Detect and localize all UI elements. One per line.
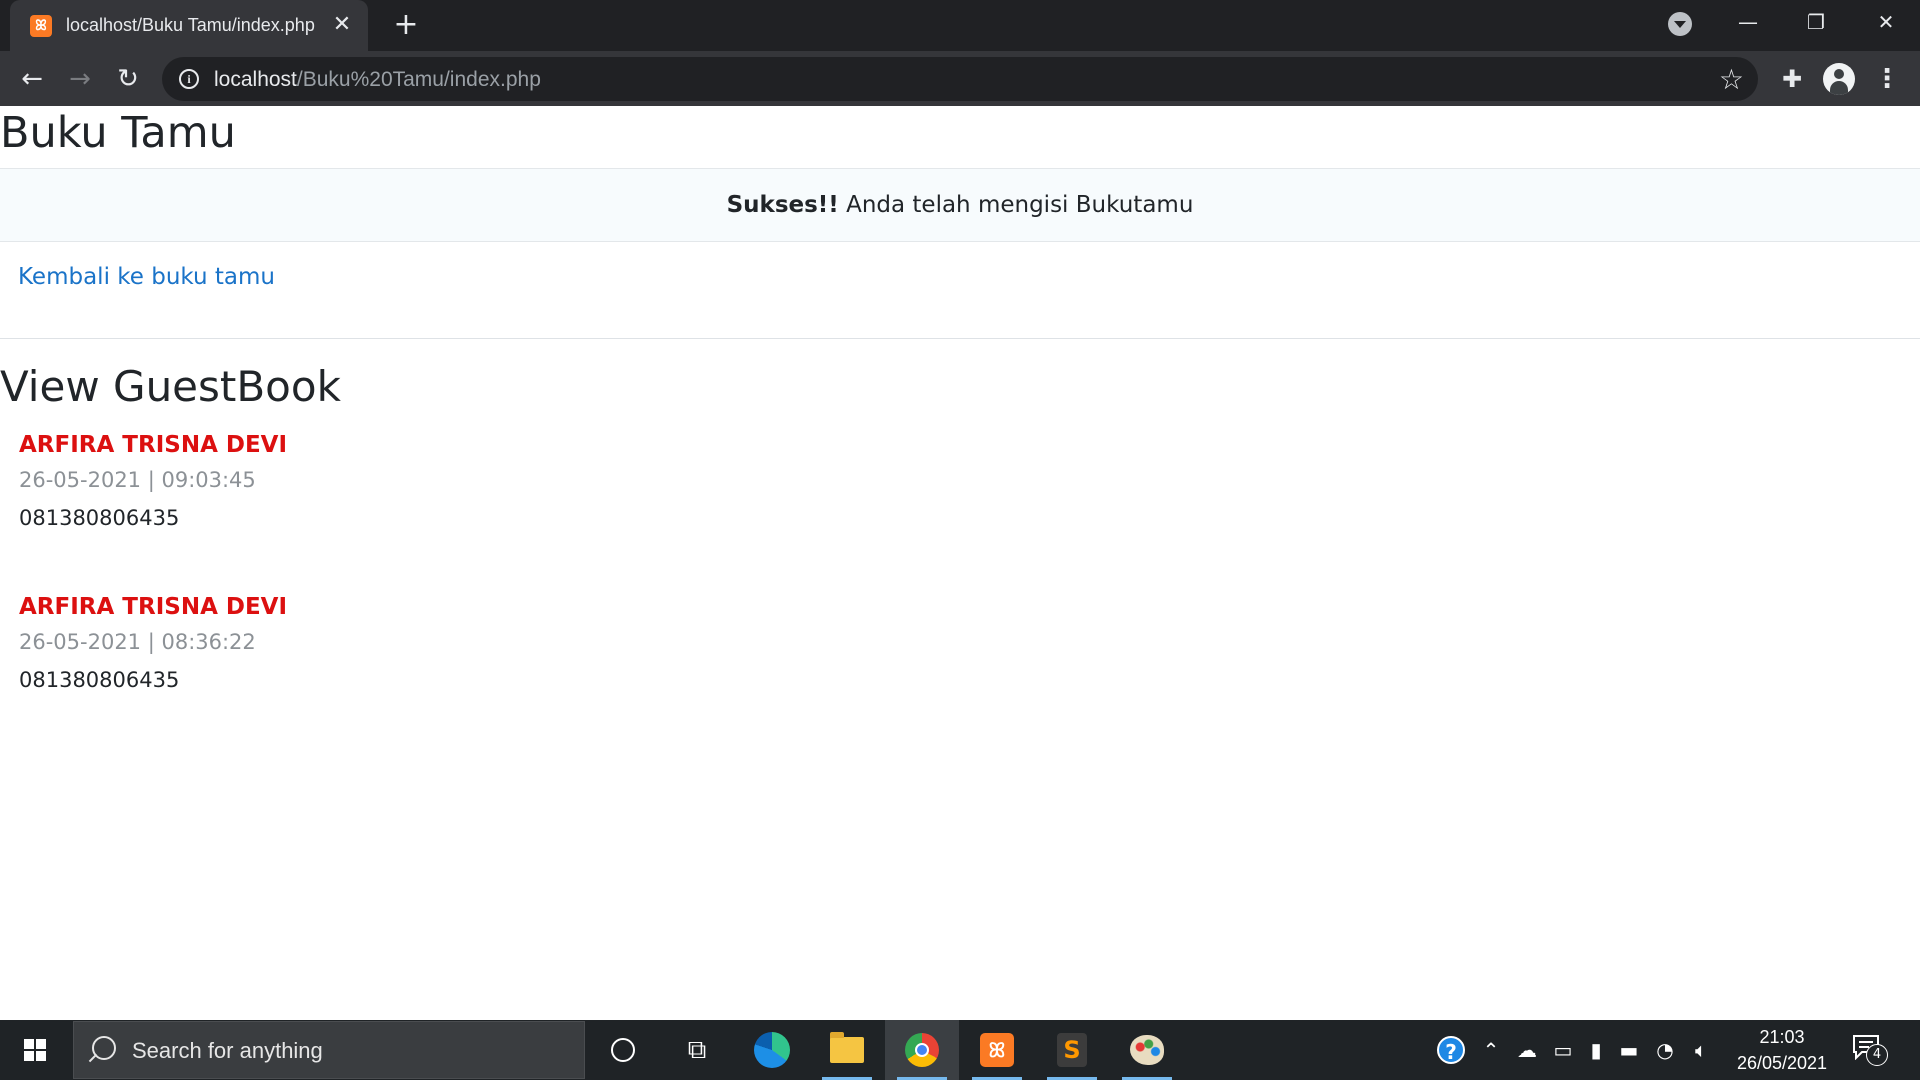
- taskbar: Search for anything ⧉ ꕤ S ? ⌃ ☁ ▭ ▮ ▬ ◔ …: [0, 1020, 1920, 1080]
- xampp-icon[interactable]: ꕤ: [960, 1020, 1034, 1080]
- edge-icon[interactable]: [735, 1020, 809, 1080]
- entry-message: 081380806435: [19, 506, 180, 530]
- browser-toolbar: ← → ↻ i localhost/Buku%20Tamu/index.php …: [0, 51, 1920, 106]
- extensions-icon[interactable]: ✚: [1778, 65, 1806, 93]
- task-view-icon[interactable]: ⧉: [660, 1020, 734, 1080]
- entry-datetime: 26-05-2021 | 08:36:22: [19, 630, 256, 654]
- close-window-button[interactable]: ✕: [1852, 0, 1920, 44]
- search-icon: [92, 1036, 116, 1060]
- notification-count: 4: [1866, 1044, 1888, 1066]
- forward-icon[interactable]: →: [62, 61, 98, 97]
- notification-center-icon[interactable]: 4: [1852, 1034, 1888, 1068]
- tab-strip: ꕤ localhost/Buku Tamu/index.php ✕ + — ❐ …: [0, 0, 1920, 51]
- page-content: Buku Tamu Sukses!! Anda telah mengisi Bu…: [0, 106, 1920, 1020]
- guestbook-entry: ARFIRA TRISNA DEVI 26-05-2021 | 08:36:22…: [19, 594, 619, 692]
- page-title: Buku Tamu: [0, 108, 236, 158]
- alert-text: Anda telah mengisi Bukutamu: [838, 192, 1194, 218]
- reload-icon[interactable]: ↻: [110, 61, 146, 97]
- more-menu-icon[interactable]: ⋮: [1874, 63, 1900, 95]
- volume-icon[interactable]: 🔈︎: [1686, 1020, 1716, 1080]
- entry-message: 081380806435: [19, 668, 180, 692]
- site-info-icon[interactable]: i: [179, 69, 199, 89]
- entry-name: ARFIRA TRISNA DEVI: [19, 432, 288, 458]
- new-tab-button[interactable]: +: [390, 10, 422, 42]
- microphone-icon[interactable]: ▮: [1584, 1020, 1608, 1080]
- bookmark-star-icon[interactable]: ☆: [1719, 63, 1744, 96]
- tab-search-icon[interactable]: [1668, 12, 1692, 36]
- search-placeholder: Search for anything: [132, 1038, 323, 1063]
- success-alert: Sukses!! Anda telah mengisi Bukutamu: [0, 168, 1920, 242]
- clock-date: 26/05/2021: [1736, 1053, 1828, 1073]
- chrome-icon[interactable]: [885, 1020, 959, 1080]
- sublime-text-icon[interactable]: S: [1035, 1020, 1109, 1080]
- section-title: View GuestBook: [0, 362, 341, 411]
- guestbook-entry: ARFIRA TRISNA DEVI 26-05-2021 | 09:03:45…: [19, 432, 619, 530]
- url-text[interactable]: localhost/Buku%20Tamu/index.php: [214, 68, 541, 92]
- clock-time: 21:03: [1759, 1027, 1805, 1047]
- cortana-icon[interactable]: [586, 1020, 660, 1080]
- back-icon[interactable]: ←: [14, 61, 50, 97]
- windows-start-button[interactable]: [0, 1020, 70, 1080]
- address-bar[interactable]: i localhost/Buku%20Tamu/index.php ☆: [162, 57, 1758, 101]
- help-icon[interactable]: ?: [1434, 1020, 1468, 1080]
- browser-tab[interactable]: ꕤ localhost/Buku Tamu/index.php ✕: [10, 0, 368, 51]
- entry-datetime: 26-05-2021 | 09:03:45: [19, 468, 256, 492]
- battery-icon[interactable]: ▬: [1614, 1020, 1644, 1080]
- chevron-up-icon[interactable]: ⌃: [1478, 1020, 1504, 1080]
- tab-title: localhost/Buku Tamu/index.php: [66, 15, 315, 35]
- profile-avatar[interactable]: [1823, 63, 1855, 95]
- minimize-button[interactable]: —: [1714, 0, 1782, 44]
- divider: [0, 338, 1920, 339]
- xampp-icon: ꕤ: [30, 14, 52, 37]
- entry-name: ARFIRA TRISNA DEVI: [19, 594, 288, 620]
- restore-button[interactable]: ❐: [1782, 0, 1850, 44]
- paint-icon[interactable]: [1110, 1020, 1184, 1080]
- onedrive-icon[interactable]: ☁: [1512, 1020, 1542, 1080]
- back-to-guestbook-link[interactable]: Kembali ke buku tamu: [18, 264, 275, 290]
- close-tab-icon[interactable]: ✕: [330, 13, 354, 37]
- meet-now-icon[interactable]: ▭: [1548, 1020, 1578, 1080]
- wifi-icon[interactable]: ◔: [1650, 1020, 1680, 1080]
- alert-strong: Sukses!!: [726, 192, 839, 218]
- taskbar-search-box[interactable]: Search for anything: [73, 1021, 585, 1079]
- system-clock[interactable]: 21:03 26/05/2021: [1722, 1024, 1842, 1076]
- file-explorer-icon[interactable]: [810, 1020, 884, 1080]
